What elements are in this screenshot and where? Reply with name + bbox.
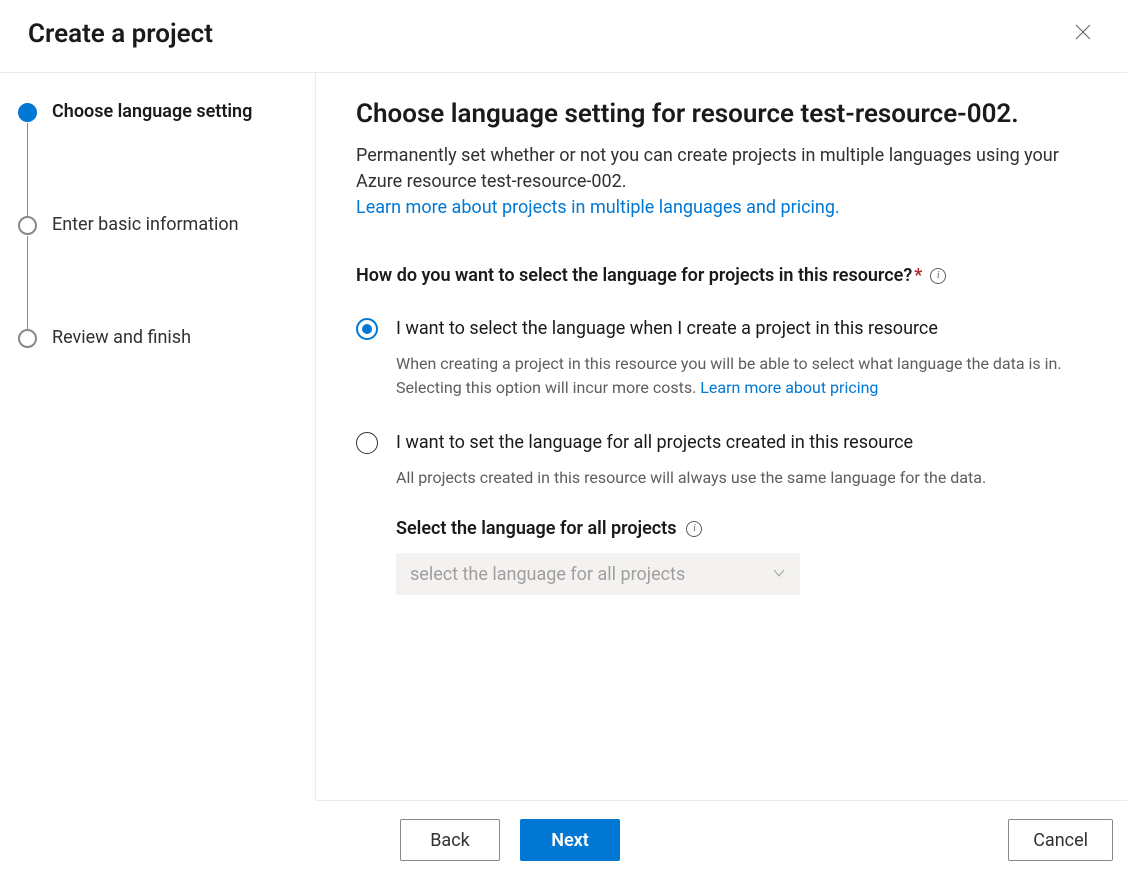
info-icon[interactable]: i — [686, 521, 702, 537]
learn-more-link[interactable]: Learn more about projects in multiple la… — [356, 197, 840, 218]
step-label: Choose language setting — [52, 101, 291, 123]
close-icon — [1075, 24, 1091, 44]
page-description: Permanently set whether or not you can c… — [356, 143, 1087, 221]
page-heading: Choose language setting for resource tes… — [356, 99, 1087, 129]
close-button[interactable] — [1067, 18, 1099, 50]
panel-title: Create a project — [28, 19, 213, 49]
language-dropdown[interactable]: select the language for all projects — [396, 553, 800, 595]
step-bullet-icon — [18, 329, 37, 348]
language-options: I want to select the language when I cre… — [356, 316, 1087, 595]
create-project-panel: Create a project Choose language setting — [0, 0, 1127, 877]
main-content: Choose language setting for resource tes… — [316, 73, 1127, 800]
step-bullet-icon — [18, 216, 37, 235]
info-icon[interactable]: i — [930, 268, 946, 284]
option-description: All projects created in this resource wi… — [396, 466, 1087, 490]
panel-body: Choose language setting Enter basic info… — [0, 73, 1127, 800]
language-dropdown-label: Select the language for all projects i — [396, 518, 1087, 539]
step-label: Enter basic information — [52, 214, 291, 236]
step-basic-info[interactable]: Enter basic information — [18, 214, 291, 327]
option-title[interactable]: I want to select the language when I cre… — [396, 316, 1087, 342]
step-connector — [27, 236, 28, 333]
step-bullet-icon — [18, 103, 37, 122]
next-button[interactable]: Next — [520, 819, 620, 861]
question-text: How do you want to select the language f… — [356, 265, 912, 286]
step-choose-language[interactable]: Choose language setting — [18, 101, 291, 214]
option-description: When creating a project in this resource… — [396, 352, 1087, 400]
option-set-all-projects: I want to set the language for all proje… — [356, 430, 1087, 595]
pricing-link[interactable]: Learn more about pricing — [700, 378, 878, 397]
option-title[interactable]: I want to set the language for all proje… — [396, 430, 1087, 456]
step-connector — [27, 123, 28, 220]
panel-header: Create a project — [0, 0, 1127, 72]
back-button[interactable]: Back — [400, 819, 500, 861]
label-text: Select the language for all projects — [396, 518, 676, 539]
radio-set-all-projects[interactable] — [356, 432, 378, 454]
chevron-down-icon — [772, 564, 786, 585]
page-description-text: Permanently set whether or not you can c… — [356, 145, 1059, 192]
step-label: Review and finish — [52, 327, 291, 349]
option-body: I want to select the language when I cre… — [396, 316, 1087, 400]
panel-footer: Back Next Cancel — [316, 800, 1127, 877]
question-label: How do you want to select the language f… — [356, 265, 1087, 286]
cancel-button[interactable]: Cancel — [1008, 819, 1113, 861]
step-review-finish[interactable]: Review and finish — [18, 327, 291, 349]
required-star-icon: * — [914, 265, 922, 286]
radio-select-per-project[interactable] — [356, 318, 378, 340]
option-body: I want to set the language for all proje… — [396, 430, 1087, 595]
dropdown-placeholder: select the language for all projects — [410, 564, 685, 585]
wizard-steps: Choose language setting Enter basic info… — [0, 73, 316, 800]
option-select-per-project: I want to select the language when I cre… — [356, 316, 1087, 400]
